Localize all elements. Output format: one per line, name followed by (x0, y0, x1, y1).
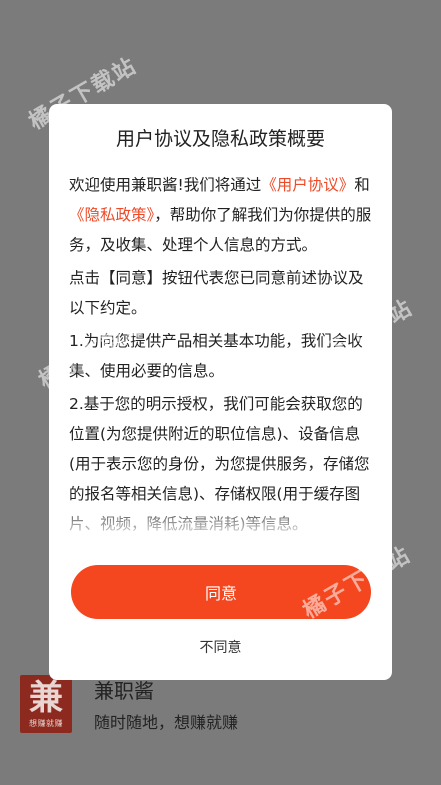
consent-paragraph: 点击【同意】按钮代表您已同意前述协议及以下约定。 (69, 269, 364, 317)
app-brand: 兼 想赚就赚 兼职酱 随时随地，想赚就赚 (20, 671, 420, 741)
and-text: 和 (354, 176, 370, 194)
user-agreement-link[interactable]: 《用户协议》 (261, 176, 354, 194)
logo-character: 兼 (29, 678, 63, 718)
intro-paragraph: 欢迎使用兼职酱!我们将通过《用户协议》和《隐私政策》，帮助你了解我们为你提供的服… (69, 170, 372, 260)
disagree-button[interactable]: 不同意 (149, 632, 292, 662)
app-logo: 兼 想赚就赚 (20, 675, 72, 733)
dialog-title: 用户协议及隐私政策概要 (115, 128, 325, 150)
intro-text: 欢迎使用兼职酱!我们将通过 (69, 176, 262, 194)
privacy-policy-link[interactable]: 《隐私政策》 (69, 206, 154, 224)
app-tagline: 随时随地，想赚就赚 (94, 713, 239, 732)
body-fade (49, 502, 392, 542)
logo-slogan: 想赚就赚 (29, 719, 63, 728)
